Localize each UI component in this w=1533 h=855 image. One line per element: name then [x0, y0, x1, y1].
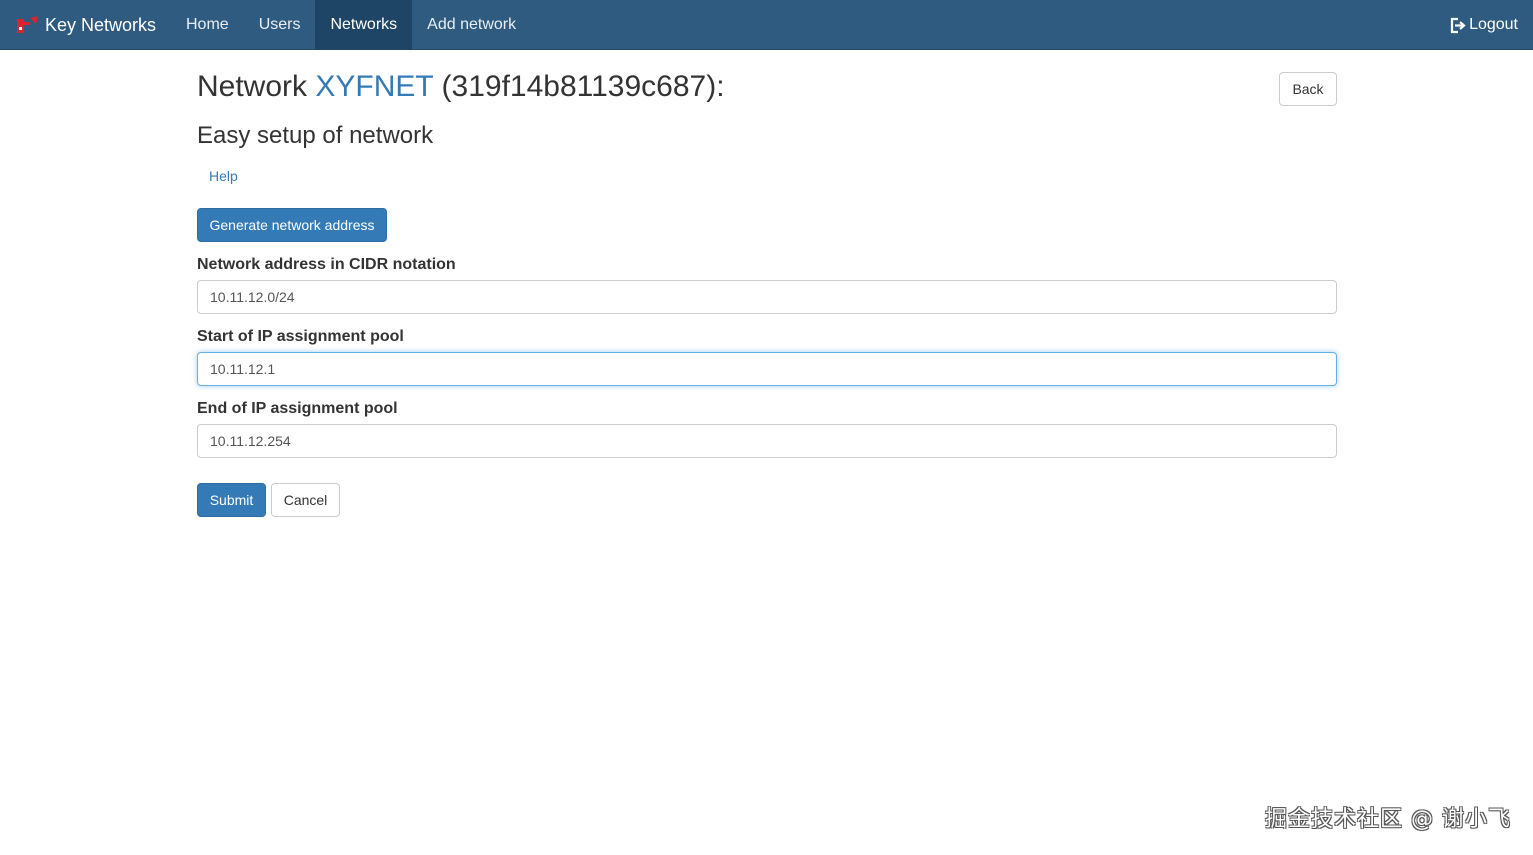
logout-icon	[1450, 17, 1466, 33]
pool-end-input[interactable]	[197, 424, 1337, 458]
logout-link[interactable]: Logout	[1449, 0, 1518, 50]
nav-item-add-network[interactable]: Add network	[412, 0, 531, 50]
submit-button[interactable]: Submit	[197, 483, 266, 517]
pool-start-input[interactable]	[197, 352, 1337, 386]
generate-network-address-button[interactable]: Generate network address	[197, 208, 387, 242]
help-link[interactable]: Help	[209, 167, 238, 185]
back-button[interactable]: Back	[1279, 72, 1337, 106]
nav-item-networks[interactable]: Networks	[315, 0, 413, 50]
cancel-button[interactable]: Cancel	[271, 483, 340, 517]
network-name-link[interactable]: XYFNET	[315, 70, 433, 103]
network-id: (319f14b81139c687):	[441, 70, 725, 103]
brand-link[interactable]: Key Networks	[14, 0, 156, 50]
cidr-input[interactable]	[197, 280, 1337, 314]
title-prefix: Network	[197, 70, 308, 103]
pool-start-label: Start of IP assignment pool	[197, 328, 404, 345]
cidr-label: Network address in CIDR notation	[197, 256, 456, 273]
pool-end-label: End of IP assignment pool	[197, 400, 398, 417]
page-title: Network XYFNET (319f14b81139c687):	[197, 67, 725, 107]
main-nav: Home Users Networks Add network	[171, 0, 531, 50]
nav-item-users[interactable]: Users	[244, 0, 316, 50]
logout-label: Logout	[1469, 16, 1518, 33]
key-logo-icon	[17, 16, 38, 33]
top-navbar: Key Networks Home Users Networks Add net…	[0, 0, 1533, 50]
brand-label: Key Networks	[45, 14, 157, 35]
section-title: Easy setup of network	[197, 122, 434, 149]
nav-item-home[interactable]: Home	[171, 0, 244, 50]
watermark: 掘金技术社区 @ 谢小飞	[1265, 807, 1511, 832]
